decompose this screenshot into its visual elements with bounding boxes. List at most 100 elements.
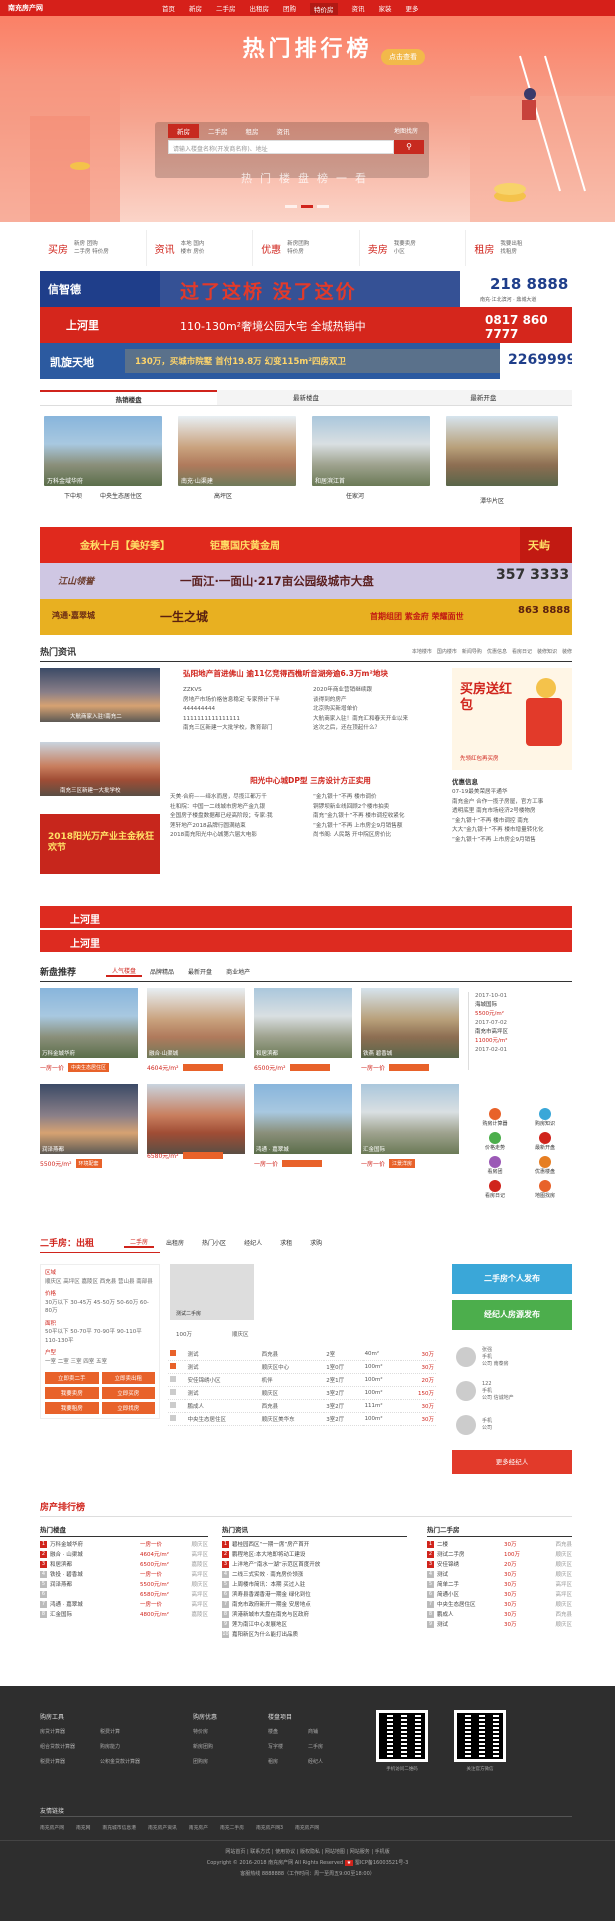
rank-item[interactable]: 6 6580元/m² 高坪区 (40, 1590, 208, 1600)
news-item[interactable]: 房地产市场价格信息稳定 专家预计下半 (183, 696, 308, 706)
tool-item[interactable]: 最新开盘 (520, 1132, 570, 1151)
news-image-1[interactable]: 大航商家入驻!南充二 (40, 668, 160, 722)
tab-brand[interactable]: 品牌精品 (144, 967, 180, 976)
listing-title[interactable]: 测试 (185, 1361, 259, 1374)
news-tab[interactable]: 装修知识 (537, 648, 557, 655)
cat-link[interactable]: 新房团购 (287, 241, 309, 247)
footer-link[interactable]: 特价房 (193, 1728, 213, 1735)
news-item[interactable]: 全国房子楼盘数据都已经高阶段；专家:我 (170, 812, 305, 822)
nav-item-news[interactable]: 资讯 (352, 3, 365, 15)
table-row[interactable]: 安佳锦绣小区 机伴 2室1厅 100m² 20万 (168, 1374, 436, 1387)
site-logo[interactable]: 南充房产网 (8, 3, 43, 13)
agent-item[interactable]: 张强 手机 公司 南泰房 (456, 1340, 572, 1374)
offer-item[interactable]: 大大“金九银十”不再 楼市增量转化化 (452, 826, 572, 836)
rank-item[interactable]: 8 鹏成人 30万 西充县 (427, 1610, 572, 1620)
tool-item[interactable]: 优惠楼盘 (520, 1156, 570, 1175)
news-item[interactable]: 南充“金九银十”不再 楼市调控收紧化 (313, 812, 443, 822)
promo-redpacket[interactable]: 买房送红包 先领红包再买房 (452, 668, 572, 770)
cat-link[interactable]: 房价 (193, 249, 204, 255)
tab-hot-community[interactable]: 热门小区 (196, 1238, 232, 1247)
footer-link[interactable]: 税费计算 (100, 1728, 160, 1735)
search-tab-new[interactable]: 新房 (168, 124, 199, 138)
tool-item[interactable]: 地图找房 (520, 1180, 570, 1199)
footer-bottom-links[interactable]: 网站首页 | 联系方式 | 使用协议 | 版权隐私 | 网站地图 | 网站服务 … (0, 1848, 615, 1855)
nav-item-home[interactable]: 首页 (162, 3, 175, 15)
friend-link[interactable]: 南充房产资讯 (148, 1824, 177, 1831)
rank-item[interactable]: 9 莲为南江中心发展地区 (222, 1620, 407, 1630)
news-tab[interactable]: 优惠信息 (487, 648, 507, 655)
offer-item[interactable]: “金九银十”不再 上市房企9月销售 (452, 836, 572, 846)
news-tab[interactable]: 国内楼市 (437, 648, 457, 655)
listing-title[interactable]: 安佳锦绣小区 (185, 1374, 259, 1387)
new-house-card[interactable]: 和居滨都 6500元/m² (254, 988, 352, 1072)
rank-item[interactable]: 1 碧桂园西区“一期一席”房产首开 (222, 1540, 407, 1550)
news-image-2[interactable]: 南充三区新建一大批学校 (40, 742, 160, 796)
agent-item[interactable]: 手机 公司 (456, 1408, 572, 1442)
cat-link[interactable]: 国内 (193, 241, 204, 247)
rank-item[interactable]: 4 铁投 · 碧香城 一房一价 高坪区 (40, 1570, 208, 1580)
new-house-card[interactable]: 万科金城华府 一房一价 中央生态居住区 (40, 988, 138, 1072)
rank-item[interactable]: 1 二楼 30万 西充县 (427, 1540, 572, 1550)
tab-second-hand[interactable]: 二手房 (124, 1237, 155, 1248)
news-tab[interactable]: 看房日记 (512, 648, 532, 655)
more-agents-button[interactable]: 更多经纪人 (452, 1450, 572, 1474)
footer-link[interactable]: 购房能力 (100, 1743, 160, 1750)
search-tab-second[interactable]: 二手房 (199, 124, 237, 138)
ad-banner-golden-autumn[interactable]: 金秋十月【美好季】 钜惠国庆黄金周 天屿 (40, 527, 572, 563)
publish-second-button[interactable]: 二手房个人发布 (452, 1264, 572, 1294)
map-search-link[interactable]: 地图找房 (394, 126, 418, 135)
search-button[interactable]: ⚲ (394, 140, 424, 154)
i-rent-button[interactable]: 我要租房 (45, 1402, 99, 1414)
timeline-title[interactable]: 海城国际 (475, 1001, 568, 1010)
nav-item-rent[interactable]: 出租房 (250, 3, 270, 15)
ad-banner-shanghe[interactable]: 上河里 110-130m²奢境公园大宅 全城热销中 0817 860 7777 (40, 307, 572, 343)
rank-item[interactable]: 1 万科金城华府 一房一价 顺庆区 (40, 1540, 208, 1550)
cat-link[interactable]: 特价房 (92, 249, 109, 255)
rank-item[interactable]: 10 嘉阳新区为什么能打出品质 (222, 1630, 407, 1640)
category-sell[interactable]: 卖房 我要卖房 小区 (360, 230, 467, 266)
news-tab[interactable]: 装修 (562, 648, 572, 655)
nav-item-second-hand[interactable]: 二手房 (216, 3, 236, 15)
cat-link[interactable]: 二手房 (74, 249, 91, 255)
cat-link[interactable]: 我要卖房 (394, 241, 416, 247)
friend-link[interactable]: 南充网 (76, 1824, 90, 1831)
banner-view-button[interactable]: 点击查看 (381, 49, 425, 65)
friend-link[interactable]: 南充二手房 (220, 1824, 244, 1831)
footer-link[interactable]: 公积金贷款计算器 (100, 1758, 160, 1765)
search-tab-rent[interactable]: 租房 (237, 124, 268, 138)
friend-link[interactable]: 南充城市信息港 (102, 1824, 136, 1831)
table-row[interactable]: 测试 顺庆区 3室2厅 100m² 150万 (168, 1387, 436, 1400)
tab-rent[interactable]: 出租房 (160, 1238, 190, 1247)
project-card[interactable]: 潭华片区 (446, 416, 558, 505)
table-row[interactable]: 鹏成人 西充县 3室2厅 111m² 30万 (168, 1400, 436, 1413)
cat-link[interactable]: 我要出租 (500, 241, 522, 247)
nav-item-new-house[interactable]: 新房 (189, 3, 202, 15)
offer-item[interactable]: 南充金户 合作一揽子房屋，官方工事 (452, 798, 572, 808)
tool-item[interactable]: 价格走势 (470, 1132, 520, 1151)
tool-item[interactable]: 购房知识 (520, 1108, 570, 1127)
friend-link[interactable]: 南充房产网 (40, 1824, 64, 1831)
news-tab[interactable]: 新闻导购 (462, 648, 482, 655)
nav-item-decor[interactable]: 家装 (379, 3, 392, 15)
sell-second-button[interactable]: 立即卖二手 (45, 1372, 99, 1384)
find-house-button[interactable]: 立即找房 (101, 1402, 155, 1414)
rank-item[interactable]: 3 安佳锦绣 20万 顺庆区 (427, 1560, 572, 1570)
project-image[interactable] (446, 416, 558, 486)
cat-link[interactable]: 小区 (394, 249, 405, 255)
second-feature-image[interactable]: 测试二手房 (170, 1264, 254, 1320)
carousel-dot[interactable] (285, 205, 297, 208)
news-item[interactable]: 莲轩地产2018品牌行圆满结束 (170, 822, 305, 832)
category-rent[interactable]: 租房 我要出租 找租房 (466, 230, 572, 266)
icp-number[interactable]: 蜀ICP备16003521号-3 (355, 1860, 408, 1866)
rank-item[interactable]: 2 测试二手房 100万 顺庆区 (427, 1550, 572, 1560)
category-buy[interactable]: 买房 新房 团购 二手房 特价房 (40, 230, 147, 266)
sell-rent-button[interactable]: 立即卖出租 (101, 1372, 155, 1384)
footer-link[interactable]: 房贷计算器 (40, 1728, 100, 1735)
tab-want-rent[interactable]: 求租 (274, 1238, 298, 1247)
news-item[interactable]: 1111111111111111 (183, 715, 308, 725)
tab-popular[interactable]: 人气楼盘 (106, 966, 143, 977)
rank-item[interactable]: 2 融合 · 山渠城 4604元/m² 高坪区 (40, 1550, 208, 1560)
new-house-card[interactable]: 铁燕 碧香城 一房一价 (361, 988, 459, 1072)
news-item[interactable]: 社和院：中国一二线城市房地产金九银 (170, 803, 305, 813)
search-input[interactable]: 请输入楼盘名称(开发商名称)、地址 (168, 140, 394, 154)
